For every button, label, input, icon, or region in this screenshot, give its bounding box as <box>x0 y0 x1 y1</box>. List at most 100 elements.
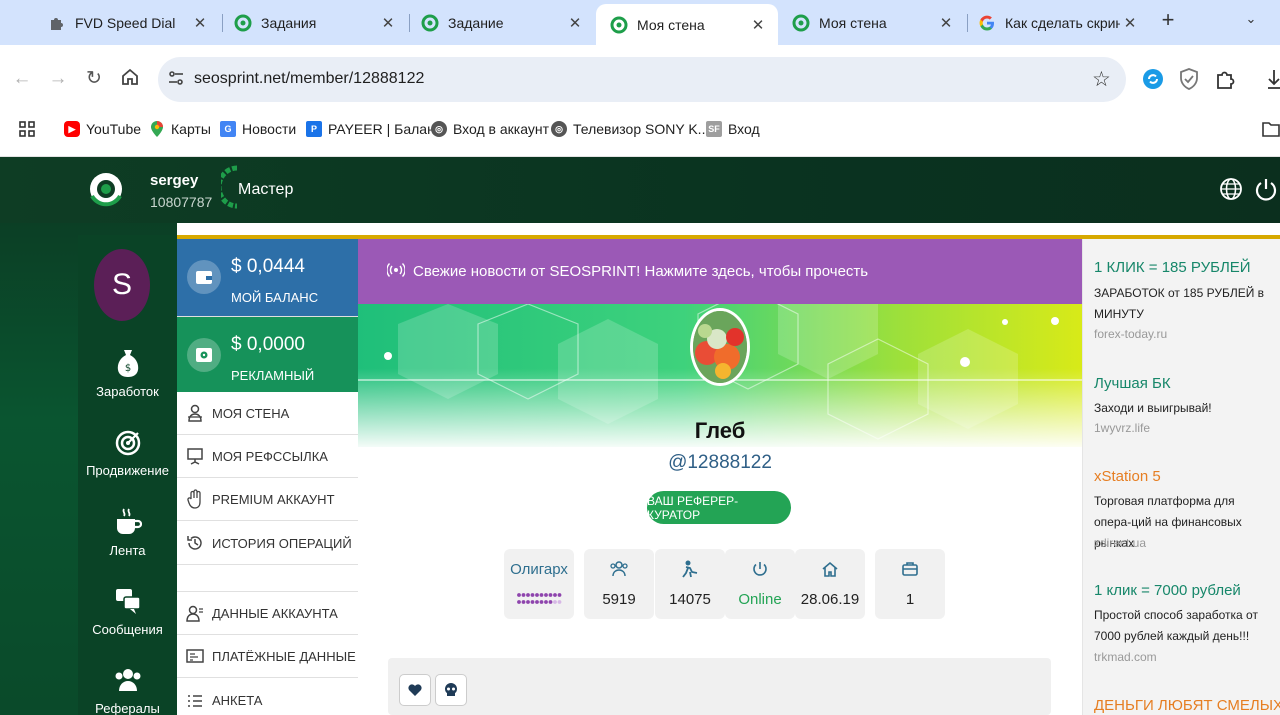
ad-title[interactable]: xStation 5 <box>1094 468 1161 485</box>
sidebar-item-feed[interactable]: Лента <box>78 505 177 558</box>
ad-url: xdirect.ua <box>1094 536 1147 550</box>
extensions-puzzle-icon[interactable] <box>1213 67 1237 91</box>
rank-dot <box>521 593 526 597</box>
sidebar-item-referrals[interactable]: Рефералы <box>78 663 177 715</box>
dislike-button[interactable] <box>435 674 467 706</box>
browser-tab[interactable]: Как сделать скриншот ✕ <box>964 6 1150 40</box>
sidebar-item-promotion[interactable]: Продвижение <box>78 425 177 478</box>
news-text: Свежие новости от SEOSPRINT! Нажмите зде… <box>413 263 869 280</box>
stat-value: 28.06.19 <box>800 591 860 608</box>
ad-title[interactable]: 1 КЛИК = 185 РУБЛЕЙ <box>1094 259 1251 276</box>
seosprint-icon <box>421 14 439 32</box>
rank-dot <box>548 593 553 597</box>
worker-icon <box>655 559 725 579</box>
reload-button[interactable]: ↻ <box>82 67 106 91</box>
stat-registered: 28.06.19 <box>795 549 865 619</box>
close-icon[interactable]: ✕ <box>748 16 768 34</box>
menu-item-my-wall[interactable]: МОЯ СТЕНА <box>177 392 358 435</box>
bookmark-label: YouTube <box>86 121 142 137</box>
browser-tab[interactable]: FVD Speed Dial ✕ <box>34 6 220 40</box>
user-avatar[interactable]: S <box>94 249 150 321</box>
close-icon[interactable]: ✕ <box>565 14 585 32</box>
ad-title[interactable]: 1 клик = 7000 рублей <box>1094 582 1241 599</box>
bookmark-maps[interactable]: Карты <box>149 118 211 140</box>
username[interactable]: sergey <box>150 172 198 189</box>
menu-item-payment-data[interactable]: ПЛАТЁЖНЫЕ ДАННЫЕ <box>177 635 358 678</box>
bookmark-star-icon[interactable]: ☆ <box>1092 67 1111 92</box>
maps-pin-icon <box>149 121 165 137</box>
close-icon[interactable]: ✕ <box>190 14 210 32</box>
browser-tab[interactable]: Моя стена ✕ <box>778 6 966 40</box>
browser-tab[interactable]: Задание ✕ <box>407 6 595 40</box>
bookmark-youtube[interactable]: ▶ YouTube <box>64 118 141 140</box>
menu-item-premium[interactable]: PREMIUM АККАУНТ <box>177 478 358 521</box>
my-balance-label: МОЙ БАЛАНС <box>231 290 319 305</box>
browser-tab[interactable]: Задания ✕ <box>220 6 408 40</box>
apps-grid-icon[interactable] <box>18 118 36 140</box>
close-icon[interactable]: ✕ <box>1120 14 1140 32</box>
forward-button[interactable]: → <box>46 67 70 91</box>
sidebar-item-earnings[interactable]: $ Заработок <box>78 346 177 399</box>
globe-icon: ◎ <box>431 121 447 137</box>
rank-dot <box>535 600 539 604</box>
profile-handle[interactable]: @12888122 <box>358 452 1082 474</box>
news-banner[interactable]: Свежие новости от SEOSPRINT! Нажмите зде… <box>358 239 1082 304</box>
folder-icon[interactable] <box>1262 118 1280 140</box>
menu-item-label: ДАННЫЕ АККАУНТА <box>212 605 338 621</box>
rank-dot <box>544 600 548 604</box>
sidebar-item-label: Лента <box>109 543 146 558</box>
logout-power-icon[interactable] <box>1253 176 1279 202</box>
sidebar-item-messages[interactable]: Сообщения <box>78 584 177 637</box>
google-icon <box>978 14 996 32</box>
home-button[interactable] <box>118 67 142 91</box>
money-bag-icon: $ <box>78 346 177 380</box>
profile-avatar[interactable] <box>690 308 750 386</box>
user-data-icon <box>185 603 205 623</box>
stat-value: 1 <box>905 591 915 608</box>
tab-search-chevron-icon[interactable]: ⌄ <box>1240 11 1262 33</box>
menu-item-account-data[interactable]: ДАННЫЕ АККАУНТА <box>177 592 358 635</box>
menu-item-ref-link[interactable]: МОЯ РЕФССЫЛКА <box>177 435 358 478</box>
stat-value: 5919 <box>602 591 636 608</box>
broadcast-icon <box>386 262 406 282</box>
bookmark-sony[interactable]: ◎ Телевизор SONY K... <box>551 118 709 140</box>
tab-title: Моя стена <box>637 16 705 33</box>
safe-icon <box>187 338 221 372</box>
bookmark-payeer[interactable]: P PAYEER | Баланс <box>306 118 442 140</box>
rank-dot <box>539 600 544 604</box>
ad-title[interactable]: Лучшая БК <box>1094 375 1171 392</box>
heart-icon <box>408 684 422 696</box>
home-icon <box>122 68 138 85</box>
close-icon[interactable]: ✕ <box>936 14 956 32</box>
close-icon[interactable]: ✕ <box>378 14 398 32</box>
seosprint-logo-icon[interactable] <box>87 166 125 212</box>
skull-icon <box>445 683 457 696</box>
download-icon[interactable] <box>1262 67 1280 91</box>
shield-extension-icon[interactable] <box>1177 67 1201 91</box>
extension-blue-icon[interactable] <box>1141 67 1165 91</box>
menu-item-label: ПЛАТЁЖНЫЕ ДАННЫЕ <box>212 648 356 664</box>
like-button[interactable] <box>399 674 431 706</box>
rank-dot <box>530 600 535 604</box>
bookmark-vhod[interactable]: SF Вход <box>706 118 760 140</box>
user-id: 10807787 <box>150 194 213 210</box>
new-tab-button[interactable]: + <box>1156 9 1180 33</box>
tab-title: Как сделать скриншот <box>1005 15 1120 31</box>
my-balance-card[interactable]: $ 0,0444 МОЙ БАЛАНС <box>177 239 358 316</box>
browser-tab-active[interactable]: Моя стена ✕ <box>596 4 778 45</box>
rank-dot <box>521 600 526 604</box>
menu-item-history[interactable]: ИСТОРИЯ ОПЕРАЦИЙ <box>177 522 358 565</box>
menu-item-profile-form[interactable]: АНКЕТА <box>177 679 358 715</box>
ad-balance-card[interactable]: $ 0,0000 РЕКЛАМНЫЙ <box>177 316 358 393</box>
back-button[interactable]: ← <box>10 67 34 91</box>
ad-title[interactable]: ДЕНЬГИ ЛЮБЯТ СМЕЛЫХ! <box>1094 697 1280 714</box>
bookmark-news[interactable]: G Новости <box>220 118 296 140</box>
language-globe-icon[interactable] <box>1219 176 1243 202</box>
url-text[interactable]: seosprint.net/member/12888122 <box>194 70 424 88</box>
bookmark-login[interactable]: ◎ Вход в аккаунт <box>431 118 549 140</box>
menu-item-label: МОЯ СТЕНА <box>212 405 290 421</box>
referrer-curator-button[interactable]: ВАШ РЕФЕРЕР-КУРАТОР <box>647 491 791 524</box>
site-info-icon[interactable] <box>166 69 186 89</box>
rank-dots <box>516 591 562 607</box>
bookmark-label: Телевизор SONY K... <box>573 121 710 137</box>
